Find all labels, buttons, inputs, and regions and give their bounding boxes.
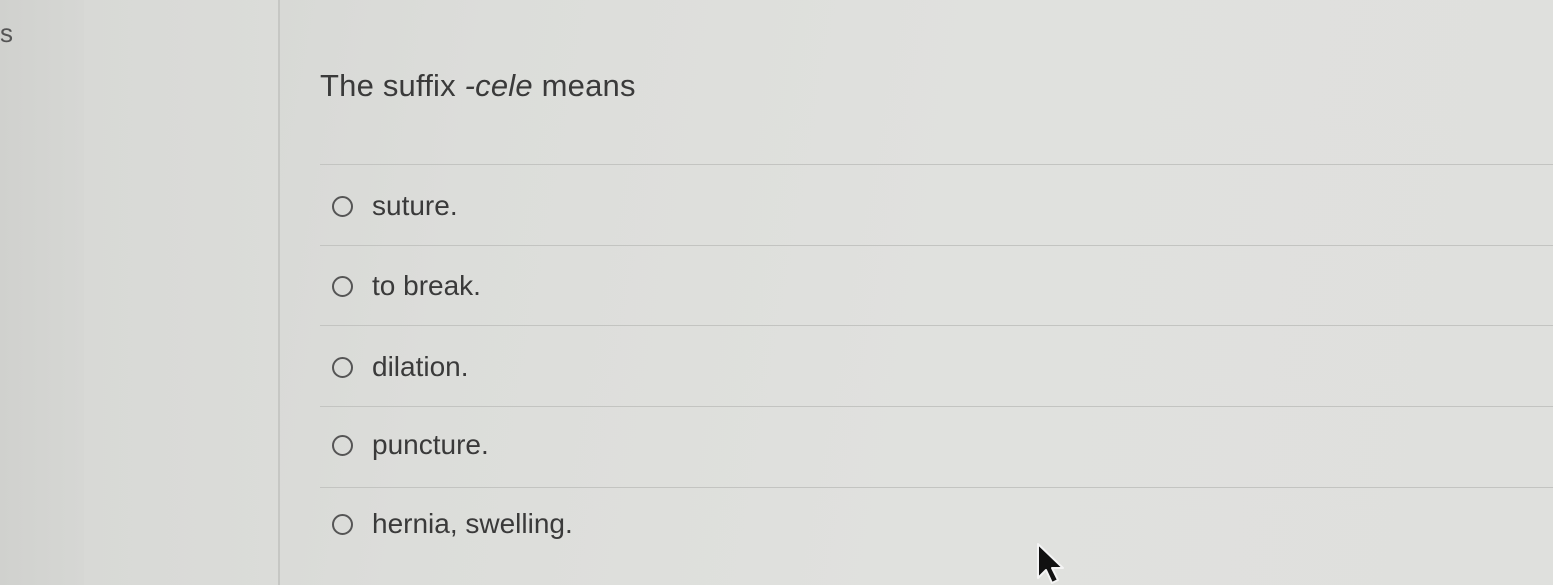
left-panel [84,0,280,585]
radio-button-icon[interactable] [332,195,353,217]
radio-button-icon[interactable] [332,513,353,535]
answer-option-label: dilation. [372,351,469,382]
answer-option-label: suture. [372,190,458,221]
question-text: The suffix -cele means [320,68,636,104]
answer-option-label: hernia, swelling. [372,508,573,539]
question-panel: The suffix -cele means suture. to break.… [280,0,1553,585]
answer-option-suture[interactable]: suture. [332,181,458,231]
question-prefix: The suffix [320,68,465,103]
radio-button-icon[interactable] [332,275,353,297]
question-term: -cele [464,68,533,103]
answer-option-puncture[interactable]: puncture. [332,420,489,470]
answer-option-label: puncture. [372,429,489,460]
divider [320,406,1553,407]
answer-option-dilation[interactable]: dilation. [332,342,469,392]
answer-option-label: to break. [372,270,481,301]
mouse-pointer-icon [1037,543,1064,584]
question-suffix: means [532,68,636,103]
quiz-screen: s The suffix -cele means suture. to brea… [0,0,1553,585]
cropped-sidebar-text: s [0,18,13,48]
left-margin [0,0,84,585]
divider [320,245,1553,246]
answer-option-hernia-swelling[interactable]: hernia, swelling. [332,499,573,549]
divider [320,164,1553,165]
answer-option-to-break[interactable]: to break. [332,261,481,311]
radio-button-icon[interactable] [332,356,353,378]
radio-button-icon[interactable] [332,434,353,456]
divider [320,325,1553,326]
divider [320,487,1553,488]
